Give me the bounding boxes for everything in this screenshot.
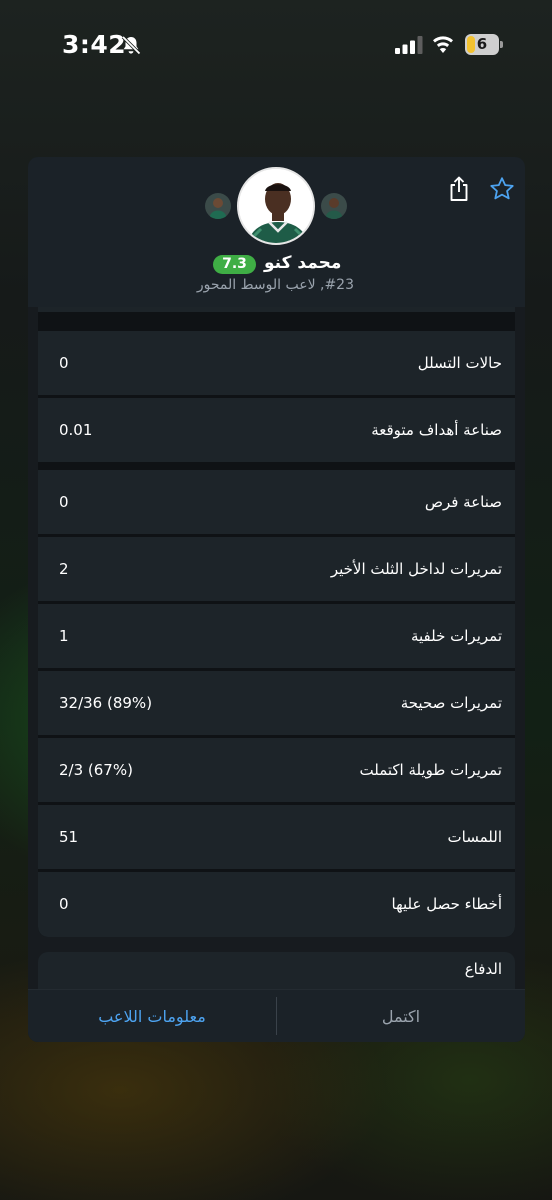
stats-list: حالات التسلل 0 صناعة أهداف متوقعة 0.01 ص…	[38, 307, 515, 937]
status-time: 3:42	[62, 30, 127, 59]
wifi-icon	[433, 36, 453, 53]
stat-label: صناعة فرص	[424, 493, 502, 511]
stat-label: أخطاء حصل عليها	[391, 895, 502, 913]
stat-row-chances-created: صناعة فرص 0	[38, 470, 515, 534]
player-position: #23, لاعب الوسط المحور	[196, 277, 354, 293]
stat-row-final-third-passes: تمريرات لداخل الثلث الأخير 2	[38, 537, 515, 601]
stat-label: حالات التسلل	[417, 354, 502, 372]
battery-level: 6	[476, 35, 488, 53]
stat-row	[38, 307, 515, 312]
defense-section-header: الدفاع	[38, 952, 515, 992]
player-name-row: محمد كنو 7.3	[28, 253, 525, 277]
stat-row-fouls-won: أخطاء حصل عليها 0	[38, 872, 515, 937]
stat-label: تمريرات خلفية	[410, 627, 502, 645]
stat-row-long-balls: تمريرات طويلة اكتملت 2/3 (67%)	[38, 738, 515, 802]
stat-row-touches: اللمسات 51	[38, 805, 515, 869]
stat-label: صناعة أهداف متوقعة	[371, 421, 502, 439]
cellular-signal-icon	[395, 36, 423, 54]
bottom-tab-bar: معلومات اللاعب اكتمل	[28, 989, 525, 1042]
rating-badge: 7.3	[213, 255, 256, 274]
bell-slash-icon	[121, 35, 141, 55]
stat-value: 0	[59, 895, 69, 913]
stat-value: 0.01	[59, 421, 93, 439]
stat-label: تمريرات صحيحة	[400, 694, 502, 712]
stat-value: 2/3 (67%)	[59, 761, 133, 779]
player-stats-panel: محمد كنو 7.3 #23, لاعب الوسط المحور حالا…	[28, 157, 525, 1042]
previous-player-avatar[interactable]	[205, 193, 231, 219]
status-bar: 3:42 6	[0, 0, 552, 90]
star-icon[interactable]	[489, 176, 515, 202]
stat-value: 0	[59, 354, 69, 372]
tab-complete[interactable]: اكتمل	[277, 990, 525, 1042]
stat-label: تمريرات طويلة اكتملت	[359, 761, 502, 779]
stat-label: تمريرات لداخل الثلث الأخير	[330, 560, 502, 578]
player-name: محمد كنو	[264, 253, 342, 273]
stat-row-offsides: حالات التسلل 0	[38, 331, 515, 395]
stat-value: 51	[59, 828, 79, 846]
player-header: محمد كنو 7.3 #23, لاعب الوسط المحور	[28, 157, 525, 307]
player-avatar	[237, 167, 315, 245]
stat-row-backward-passes: تمريرات خلفية 1	[38, 604, 515, 668]
tab-player-info[interactable]: معلومات اللاعب	[28, 990, 276, 1042]
stat-value: 0	[59, 493, 69, 511]
stat-value: 1	[59, 627, 69, 645]
stat-row-accurate-passes: تمريرات صحيحة 32/36 (89%)	[38, 671, 515, 735]
stat-label: اللمسات	[447, 828, 502, 846]
next-player-avatar[interactable]	[321, 193, 347, 219]
stat-value: 2	[59, 560, 69, 578]
battery-indicator: 6	[465, 34, 503, 55]
stat-value: 32/36 (89%)	[59, 694, 153, 712]
section-title: الدفاع	[464, 960, 502, 978]
share-icon[interactable]	[447, 175, 471, 203]
stat-row-xa: صناعة أهداف متوقعة 0.01	[38, 398, 515, 462]
